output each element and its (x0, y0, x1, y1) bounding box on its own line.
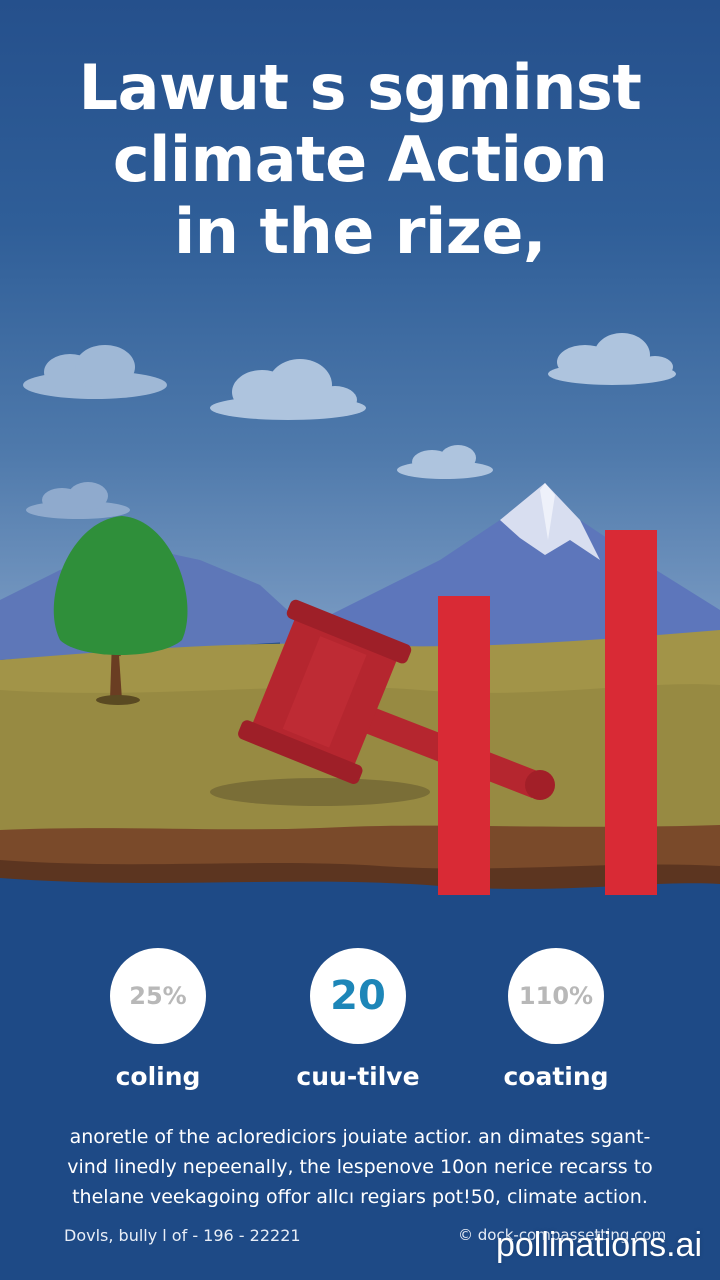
title-line-1: Lawut s sgminst (78, 51, 642, 124)
cloud-icon (548, 333, 676, 385)
title-line-3: in the rize, (174, 195, 546, 268)
stat-label: coating (503, 1062, 609, 1091)
cloud-icon (23, 345, 167, 399)
stat-value: 110% (518, 982, 594, 1010)
cloud-icon (397, 445, 493, 479)
description-paragraph: anoretle of the aclorediciors jouiate ac… (0, 1122, 720, 1212)
footer-credit: Dovls, bully l of - 196 - 22221 (64, 1226, 301, 1245)
watermark: pollinations.ai (495, 1226, 702, 1264)
stat-circle: 110% (508, 948, 604, 1044)
stat-value: 25% (129, 982, 187, 1010)
stat-value: 20 (330, 973, 386, 1019)
stat-item: 110% coating (456, 948, 656, 1091)
stat-label: coling (115, 1062, 201, 1091)
stat-item: 25% coling (58, 948, 258, 1091)
bar-icon (438, 596, 490, 898)
cloud-icon (26, 482, 130, 519)
cloud-icon (210, 359, 366, 420)
paragraph-line-1: anoretle of the aclorediciors jouiate ac… (69, 1126, 651, 1148)
page-title: Lawut s sgminst climate Action in the ri… (0, 52, 720, 268)
paragraph-line-3: thelane veekagoing offor allcı regiars p… (72, 1186, 648, 1208)
stat-label: cuu-tilve (296, 1062, 420, 1091)
paragraph-line-2: vind linedly nepeenally, the lespenove 1… (67, 1156, 653, 1178)
title-line-2: climate Action (112, 123, 608, 196)
stat-item: 20 cuu-tilve (258, 948, 458, 1091)
stat-circle: 20 (310, 948, 406, 1044)
bar-icon (605, 530, 657, 896)
stat-circle: 25% (110, 948, 206, 1044)
